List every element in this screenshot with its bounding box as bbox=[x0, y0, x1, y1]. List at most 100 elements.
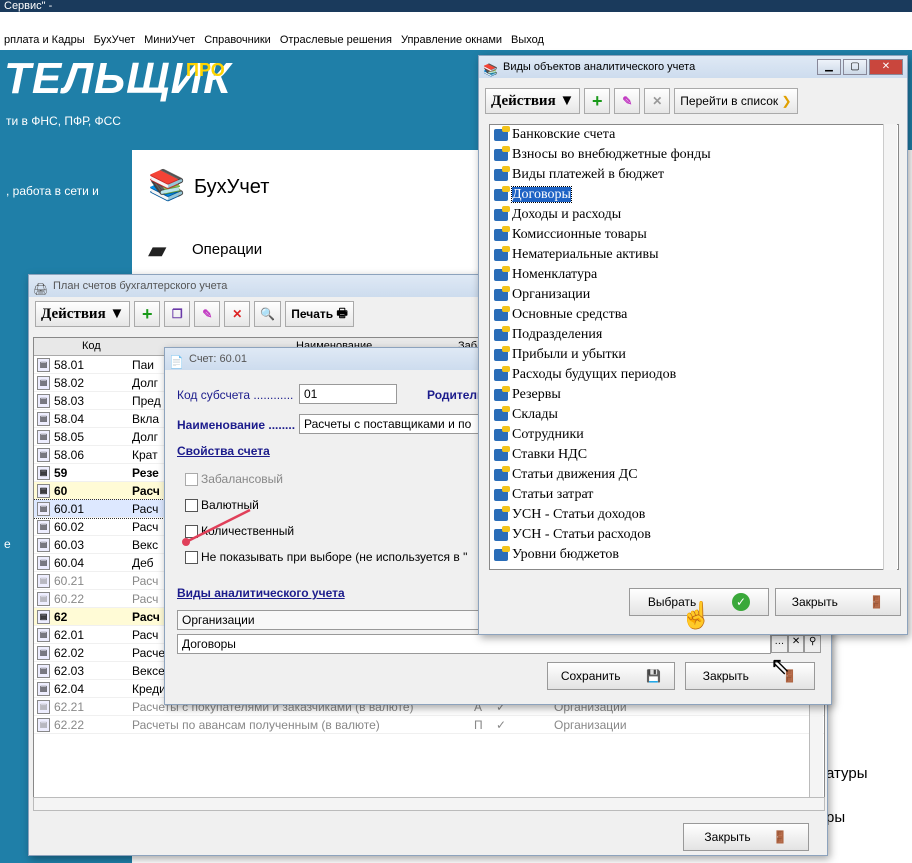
tree-item[interactable]: Сотрудники bbox=[490, 425, 898, 445]
horizontal-scrollbar[interactable] bbox=[33, 797, 825, 811]
folder-key-icon bbox=[494, 486, 510, 501]
account-icon: ▤ bbox=[37, 448, 50, 462]
account-code: 60.22 bbox=[54, 592, 85, 606]
tree-item-label: Договоры bbox=[511, 186, 572, 203]
col-code[interactable]: Код bbox=[82, 340, 101, 352]
tree-item[interactable]: Расходы будущих периодов bbox=[490, 365, 898, 385]
analytic-row-buttons: … ✕ ⚲ bbox=[771, 635, 822, 653]
actions-menu-button[interactable]: Действия ▼ bbox=[35, 301, 131, 327]
account-code: 58.03 bbox=[54, 394, 85, 408]
account-name: Резе bbox=[132, 466, 159, 480]
vertical-scrollbar[interactable] bbox=[883, 124, 897, 570]
account-icon: ▤ bbox=[37, 556, 50, 570]
folder-key-icon bbox=[494, 126, 510, 141]
account-code: 60.03 bbox=[54, 538, 85, 552]
account-name: Расч bbox=[132, 610, 160, 624]
analytic-link[interactable]: Виды аналитического учета bbox=[177, 586, 345, 600]
delete-icon[interactable]: ✕ bbox=[224, 301, 251, 327]
tree-item[interactable]: Статьи движения ДС bbox=[490, 465, 898, 485]
analytic-window-title: 📚 Виды объектов аналитического учета ▁ ▢ … bbox=[479, 56, 907, 78]
account-type: П bbox=[474, 718, 483, 732]
account-code: 62.03 bbox=[54, 664, 85, 678]
account-icon: ▤ bbox=[37, 484, 50, 498]
close-button[interactable]: Закрыть 🚪 bbox=[775, 588, 901, 616]
offbalance-checkbox[interactable]: Забалансовый bbox=[185, 472, 283, 486]
tree-item[interactable]: Комиссионные товары bbox=[490, 225, 898, 245]
minimize-icon[interactable]: ▁ bbox=[817, 59, 841, 75]
tree-item[interactable]: Подразделения bbox=[490, 325, 898, 345]
folder-key-icon bbox=[494, 146, 510, 161]
account-icon: ▤ bbox=[37, 628, 50, 642]
tree-item[interactable]: УСН - Статьи доходов bbox=[490, 505, 898, 525]
menu-buxuchet[interactable]: БухУчет bbox=[94, 30, 136, 50]
tree-item-label: Виды платежей в бюджет bbox=[512, 167, 665, 182]
account-icon: ▤ bbox=[37, 466, 50, 480]
menu-salary[interactable]: рплата и Кадры bbox=[4, 30, 85, 50]
search-icon[interactable]: 🔍 bbox=[254, 301, 282, 327]
tree-item[interactable]: Банковские счета bbox=[490, 125, 898, 145]
tree-item[interactable]: Нематериальные активы bbox=[490, 245, 898, 265]
add-icon[interactable]: + bbox=[584, 88, 611, 114]
menu-windows[interactable]: Управление окнами bbox=[401, 30, 502, 50]
panel-text-1: атуры bbox=[826, 765, 868, 782]
account-icon: ▤ bbox=[37, 682, 50, 696]
code-input[interactable]: 01 bbox=[299, 384, 397, 404]
close-button[interactable]: Закрыть 🚪 bbox=[685, 662, 815, 690]
table-row[interactable]: ▤ 62.22 Расчеты по авансам полученным (в в… bbox=[34, 716, 824, 734]
arrow-icon bbox=[182, 508, 251, 546]
account-name: Расч bbox=[132, 574, 159, 588]
maximize-icon[interactable]: ▢ bbox=[843, 59, 867, 75]
edit-icon[interactable]: ✎ bbox=[614, 88, 641, 114]
account-name: Расч bbox=[132, 502, 159, 516]
copy-icon[interactable]: ❐ bbox=[164, 301, 191, 327]
menu-references[interactable]: Справочники bbox=[204, 30, 271, 50]
tree-item[interactable]: Номенклатура bbox=[490, 265, 898, 285]
add-icon[interactable]: + bbox=[134, 301, 161, 327]
close-button[interactable]: Закрыть 🚪 bbox=[683, 823, 809, 851]
account-name: Расчеты по авансам полученным (в валюте) bbox=[132, 718, 380, 732]
close-icon[interactable]: ✕ bbox=[869, 59, 903, 75]
open-icon[interactable]: ⚲ bbox=[804, 635, 822, 653]
folder-key-icon bbox=[494, 166, 510, 181]
delete-icon[interactable]: ✕ bbox=[644, 88, 671, 114]
tree-item[interactable]: Статьи затрат bbox=[490, 485, 898, 505]
tree-item[interactable]: Ставки НДС bbox=[490, 445, 898, 465]
ellipsis-button[interactable]: … bbox=[771, 635, 788, 653]
app-title: Сервис" - bbox=[0, 0, 912, 12]
tree-item[interactable]: Прибыли и убытки bbox=[490, 345, 898, 365]
menu-exit[interactable]: Выход bbox=[511, 30, 544, 50]
analytic-row-2[interactable]: Договоры bbox=[177, 634, 771, 654]
tree-item[interactable]: Договоры bbox=[490, 185, 898, 205]
account-name: Расч bbox=[132, 484, 160, 498]
folder-key-icon bbox=[494, 506, 510, 521]
operations-link[interactable]: Операции bbox=[192, 241, 262, 258]
save-button[interactable]: Сохранить 💾 bbox=[547, 662, 675, 690]
tree-item[interactable]: УСН - Статьи расходов bbox=[490, 525, 898, 545]
tree-item-label: Ставки НДС bbox=[512, 447, 588, 462]
tree-item[interactable]: Доходы и расходы bbox=[490, 205, 898, 225]
tree-item-label: Нематериальные активы bbox=[512, 247, 659, 262]
hide-checkbox[interactable]: Не показывать при выборе (не используетс… bbox=[185, 550, 467, 564]
menu-industry[interactable]: Отраслевые решения bbox=[280, 30, 392, 50]
print-button[interactable]: Печать 🖶 bbox=[285, 301, 354, 327]
account-icon: ▤ bbox=[37, 718, 50, 732]
tree-item[interactable]: Резервы bbox=[490, 385, 898, 405]
goto-list-button[interactable]: Перейти в список ❯ bbox=[674, 88, 798, 114]
account-code: 62.04 bbox=[54, 682, 85, 696]
tree-item[interactable]: Склады bbox=[490, 405, 898, 425]
account-properties-link[interactable]: Свойства счета bbox=[177, 444, 270, 458]
edit-icon[interactable]: ✎ bbox=[194, 301, 221, 327]
name-input[interactable]: Расчеты с поставщиками и по bbox=[299, 414, 483, 434]
exit-icon: 🚪 bbox=[869, 595, 885, 609]
clear-icon[interactable]: ✕ bbox=[787, 635, 805, 653]
logo-subtitle: ти в ФНС, ПФР, ФСС bbox=[6, 114, 121, 128]
tree-item[interactable]: Организации bbox=[490, 285, 898, 305]
tree-item-label: Статьи движения ДС bbox=[512, 467, 638, 482]
tree-item[interactable]: Уровни бюджетов bbox=[490, 545, 898, 565]
tree-item[interactable]: Взносы во внебюджетные фонды bbox=[490, 145, 898, 165]
menu-miniuchet[interactable]: МиниУчет bbox=[144, 30, 195, 50]
actions-menu-button[interactable]: Действия ▼ bbox=[485, 88, 581, 114]
tree-item[interactable]: Основные средства bbox=[490, 305, 898, 325]
tree-item[interactable]: Виды платежей в бюджет bbox=[490, 165, 898, 185]
tree-item-label: Комиссионные товары bbox=[512, 227, 647, 242]
